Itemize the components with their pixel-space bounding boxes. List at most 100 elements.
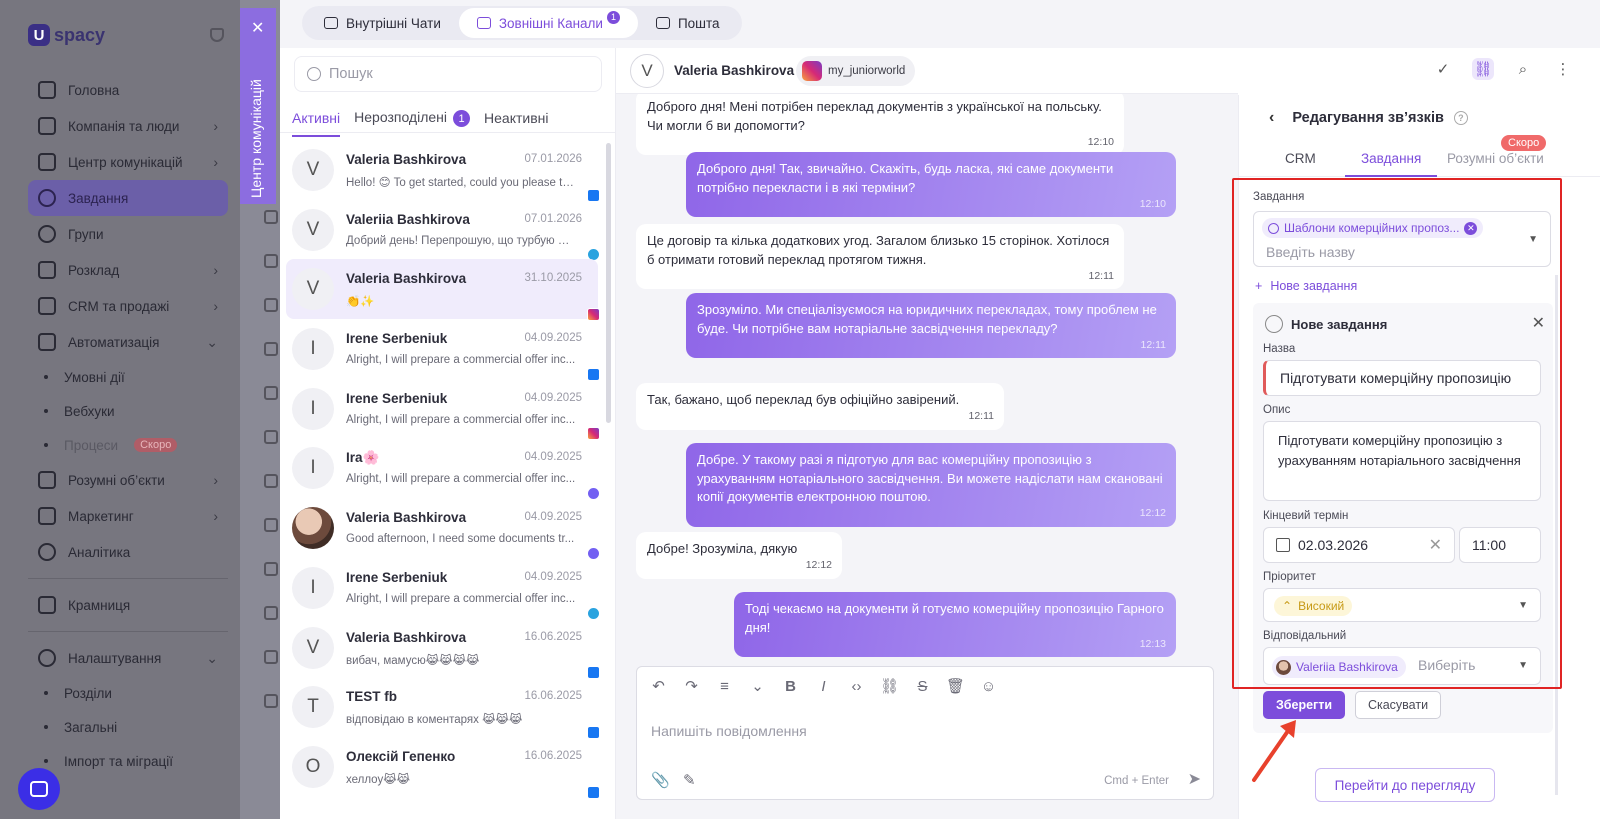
conversation-item[interactable]: V Valeria Bashkirova 31.10.2025 👏✨: [286, 259, 600, 322]
close-icon[interactable]: ✕: [1532, 313, 1545, 333]
save-button[interactable]: Зберегти: [1263, 691, 1345, 719]
strikethrough-icon[interactable]: S: [915, 678, 930, 695]
incoming-message[interactable]: Так, бажано, щоб переклад був офіційно з…: [636, 383, 1004, 430]
chevron-down-icon[interactable]: ▼: [1518, 660, 1528, 671]
message-composer[interactable]: ↶ ↷ ≡ ⌄ B I ‹› ⛓ S 🗑 ☺ Напишіть повідомл…: [636, 666, 1214, 800]
incoming-message[interactable]: Доброго дня! Мені потрібен переклад доку…: [636, 94, 1124, 155]
channel-chip[interactable]: my_juniorworld: [796, 56, 916, 86]
form-header: Нове завдання: [1265, 315, 1387, 333]
conversation-item[interactable]: T TEST fb 16.06.2025 відповідаю в коментаря…: [286, 677, 600, 739]
check-circle-icon[interactable]: ✓: [1432, 58, 1454, 80]
conversation-item[interactable]: V Valeria Bashkirova 16.06.2025 вибач, маму…: [286, 618, 600, 680]
nav-item-smart-objects[interactable]: Розумні об’єкти ›: [28, 462, 228, 498]
paperclip-icon[interactable]: 📎: [651, 771, 670, 789]
incoming-message[interactable]: Це договір та кілька додаткових угод. За…: [636, 224, 1124, 289]
new-task-link[interactable]: + Нове завдання: [1255, 279, 1357, 293]
more-vertical-icon[interactable]: ⋮: [1552, 58, 1574, 80]
outgoing-message[interactable]: Зрозуміло. Ми спеціалізуємося на юридичн…: [686, 293, 1176, 358]
chevron-down-icon[interactable]: ⌄: [750, 677, 765, 695]
communication-center-tab[interactable]: ✕ Центр комунікацій: [240, 8, 276, 204]
go-to-view-button[interactable]: Перейти до перегляду: [1315, 768, 1495, 802]
conversation-item[interactable]: I Irene Serbeniuk 04.09.2025 Alright, I wil…: [286, 319, 600, 381]
contact-name[interactable]: Valeria Bashkirova: [674, 63, 794, 78]
due-date-input[interactable]: 02.03.2026 ✕: [1263, 527, 1455, 563]
nav-item-automation[interactable]: Автоматизація ⌄: [28, 324, 228, 360]
send-icon[interactable]: ➤: [1188, 769, 1201, 789]
tab-external-channels[interactable]: Зовнішні Канали 1: [458, 8, 638, 38]
italic-icon[interactable]: I: [816, 678, 831, 695]
conversation-item[interactable]: V Valeriia Bashkirova 07.01.2026 Добрий ден…: [286, 200, 600, 262]
task-name-input[interactable]: Підготувати комерційну пропозицію: [1263, 360, 1541, 396]
chevron-down-icon[interactable]: ▼: [1518, 600, 1528, 611]
nav-item-home[interactable]: Головна: [28, 72, 228, 108]
chevron-right-icon: ›: [213, 262, 218, 278]
help-icon[interactable]: ?: [1453, 111, 1468, 125]
tab-tasks[interactable]: Завдання: [1361, 151, 1421, 166]
trash-icon[interactable]: 🗑: [946, 677, 965, 695]
nav-item-crm[interactable]: CRM та продажі ›: [28, 288, 228, 324]
incoming-message[interactable]: Добре! Зрозуміла, дякую 12:12: [636, 532, 842, 579]
scrollbar[interactable]: [606, 143, 611, 423]
assignee-select[interactable]: Valeriia Bashkirova Виберіть ▼: [1263, 647, 1541, 685]
conversation-item[interactable]: I Irene Serbeniuk 04.09.2025 Alright, I wil…: [286, 379, 600, 441]
task-search-input[interactable]: Введіть назву: [1266, 244, 1355, 260]
conversation-item[interactable]: I Irene Serbeniuk 04.09.2025 Alright, I wil…: [286, 558, 600, 620]
align-icon[interactable]: ≡: [717, 678, 732, 695]
priority-select[interactable]: ⌃ Високий ▼: [1263, 588, 1541, 622]
bold-icon[interactable]: B: [783, 678, 798, 695]
tab-crm[interactable]: CRM: [1285, 151, 1316, 166]
link-icon[interactable]: ⛓: [1472, 58, 1494, 80]
nav-item-settings[interactable]: Налаштування ⌄: [28, 640, 228, 676]
chevron-down-icon[interactable]: ▼: [1528, 234, 1538, 245]
tab-inactive[interactable]: Неактивні: [484, 110, 548, 126]
outgoing-message[interactable]: Доброго дня! Так, звичайно. Скажіть, буд…: [686, 152, 1176, 217]
nav-sub-general[interactable]: Загальні: [28, 710, 228, 744]
nav-sub-conditional-actions[interactable]: Умовні дії: [28, 360, 228, 394]
nav-item-marketing[interactable]: Маркетинг ›: [28, 498, 228, 534]
logo[interactable]: U spacy: [28, 24, 105, 46]
search-icon[interactable]: ⌕: [1512, 58, 1534, 80]
clear-icon[interactable]: ✕: [1429, 535, 1442, 555]
tab-mail[interactable]: Пошта: [638, 8, 738, 38]
pin-icon[interactable]: [210, 28, 224, 42]
conversation-list: V Valeria Bashkirova 07.01.2026 Hello! 😊 To…: [286, 140, 600, 799]
undo-icon[interactable]: ↶: [651, 677, 666, 695]
nav-item-groups[interactable]: Групи: [28, 216, 228, 252]
redo-icon[interactable]: ↷: [684, 677, 699, 695]
conversation-item[interactable]: O Олексій Гепенко 16.06.2025 хеллоу😹😹: [286, 737, 600, 799]
link-icon[interactable]: ⛓: [880, 677, 899, 695]
back-icon[interactable]: ‹: [1269, 109, 1274, 127]
conversation-item[interactable]: I Ira🌸 04.09.2025 Alright, I will prepare a…: [286, 438, 600, 501]
nav-item-analytics[interactable]: Аналітика: [28, 534, 228, 570]
nav-item-schedule[interactable]: Розклад ›: [28, 252, 228, 288]
search-input[interactable]: Пошук: [294, 56, 602, 92]
conversation-item[interactable]: Valeria Bashkirova 04.09.2025 Good afterno…: [286, 498, 600, 560]
message-input[interactable]: Напишіть повідомлення: [651, 723, 807, 739]
outgoing-message[interactable]: Добре. У такому разі я підготую для вас …: [686, 443, 1176, 527]
task-description-input[interactable]: Підготувати комерційну пропозицію з урах…: [1263, 421, 1541, 501]
emoji-icon[interactable]: ☺: [981, 678, 996, 695]
tab-internal-chats[interactable]: Внутрішні Чати: [306, 8, 459, 38]
nav-item-tasks[interactable]: Завдання: [28, 180, 228, 216]
due-time-input[interactable]: 11:00: [1459, 527, 1541, 563]
remove-icon[interactable]: ✕: [1464, 221, 1478, 235]
nav-sub-sections[interactable]: Розділи: [28, 676, 228, 710]
scrollbar[interactable]: [1555, 275, 1558, 795]
avatar[interactable]: V: [630, 54, 664, 88]
cancel-button[interactable]: Скасувати: [1355, 691, 1441, 719]
tab-unassigned[interactable]: Нерозподілені 1: [354, 109, 471, 128]
template-icon[interactable]: ✎: [683, 771, 696, 789]
support-chat-button[interactable]: [18, 768, 60, 810]
close-icon[interactable]: ✕: [251, 18, 264, 38]
code-icon[interactable]: ‹›: [849, 678, 864, 695]
task-select[interactable]: Шаблони комерційних пропоз... ✕ Введіть …: [1253, 211, 1551, 267]
nav-item-communications[interactable]: Центр комунікацій ›: [28, 144, 228, 180]
message-text: Доброго дня! Мені потрібен переклад доку…: [647, 99, 1102, 133]
nav-item-company[interactable]: Компанія та люди ›: [28, 108, 228, 144]
message-text: Тоді чекаємо на документи й готуємо коме…: [745, 601, 1164, 635]
nav-item-store[interactable]: Крамниця: [28, 587, 228, 623]
outgoing-message[interactable]: Тоді чекаємо на документи й готуємо коме…: [734, 592, 1176, 657]
nav-sub-webhooks[interactable]: Вебхуки: [28, 394, 228, 428]
nav-sub-import[interactable]: Імпорт та міграції: [28, 744, 228, 778]
conversation-item[interactable]: V Valeria Bashkirova 07.01.2026 Hello! 😊 To…: [286, 140, 600, 202]
